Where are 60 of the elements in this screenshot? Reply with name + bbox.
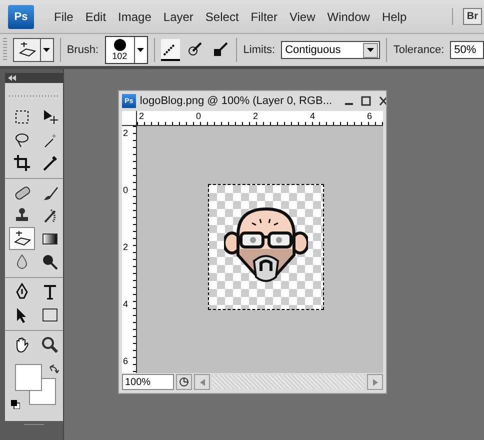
menu-item[interactable]: Select [199,10,245,24]
ruler-number: 0 [123,185,128,195]
menu-item[interactable]: Image [112,10,158,24]
limits-dropdown[interactable]: Contiguous [281,41,380,59]
tolerance-label: Tolerance: [393,44,444,56]
menu-item[interactable]: Window [321,10,376,24]
scroll-right-button[interactable] [367,374,383,390]
scrollbar-track[interactable] [212,375,365,389]
tool-button[interactable] [9,227,35,250]
menu-item[interactable]: Layer [157,10,200,24]
ruler-number: 2 [123,242,128,252]
caret-icon [137,48,144,52]
eraser-icon [18,41,36,59]
ruler-number: 2 [139,111,144,121]
app-logo: Ps [8,4,34,28]
color-swatches-icon[interactable] [15,364,57,406]
menu-item[interactable]: Filter [244,10,284,24]
tolerance-field[interactable]: 50% [450,41,484,59]
tool-preset-picker[interactable] [12,38,54,62]
rectangle-icon [41,306,59,324]
document-title: logoBlog.png @ 100% (Layer 0, RGB... [140,95,332,107]
collapse-icon[interactable] [8,75,16,81]
ruler-number: 0 [196,111,202,121]
close-icon[interactable] [378,96,386,106]
lasso-icon [13,130,31,148]
marquee-icon [13,108,31,126]
ruler-number: 4 [123,299,128,309]
move-icon [41,108,59,126]
brush-picker[interactable]: 102 [104,36,148,64]
ruler-number: 6 [367,111,372,121]
bridge-button[interactable]: Br [462,8,482,25]
menu-item[interactable]: Edit [79,10,112,24]
ruler-number: 2 [123,128,128,138]
type-icon [41,282,59,300]
pie-icon [179,377,189,387]
crop-icon [13,154,31,172]
caret-icon [367,48,374,52]
caret-icon [43,48,50,52]
sampling-button[interactable] [160,39,180,61]
swap-arrows-icon[interactable] [49,364,59,374]
maximize-icon[interactable] [361,96,371,106]
ruler-number: 6 [123,356,128,366]
ruler-origin[interactable] [122,111,137,126]
eraser-icon [13,230,31,248]
ruler-number: 4 [310,111,316,121]
default-colors-icon[interactable] [11,400,20,409]
right-arrow-icon [372,378,378,386]
zoom-field[interactable]: 100% [122,374,174,390]
menu-item[interactable]: Help [376,10,413,24]
zoom-icon [41,336,59,354]
brush-label: Brush: [66,44,99,56]
left-arrow-icon [200,378,204,386]
menu-item[interactable]: View [283,10,322,24]
dodge-icon [41,252,59,270]
ruler-number: 2 [253,111,258,121]
status-menu-button[interactable] [176,374,192,390]
brush-size: 102 [112,51,128,61]
brush-tip-icon [114,39,126,51]
limits-label: Limits: [243,44,276,56]
menu-item[interactable]: File [48,10,80,24]
